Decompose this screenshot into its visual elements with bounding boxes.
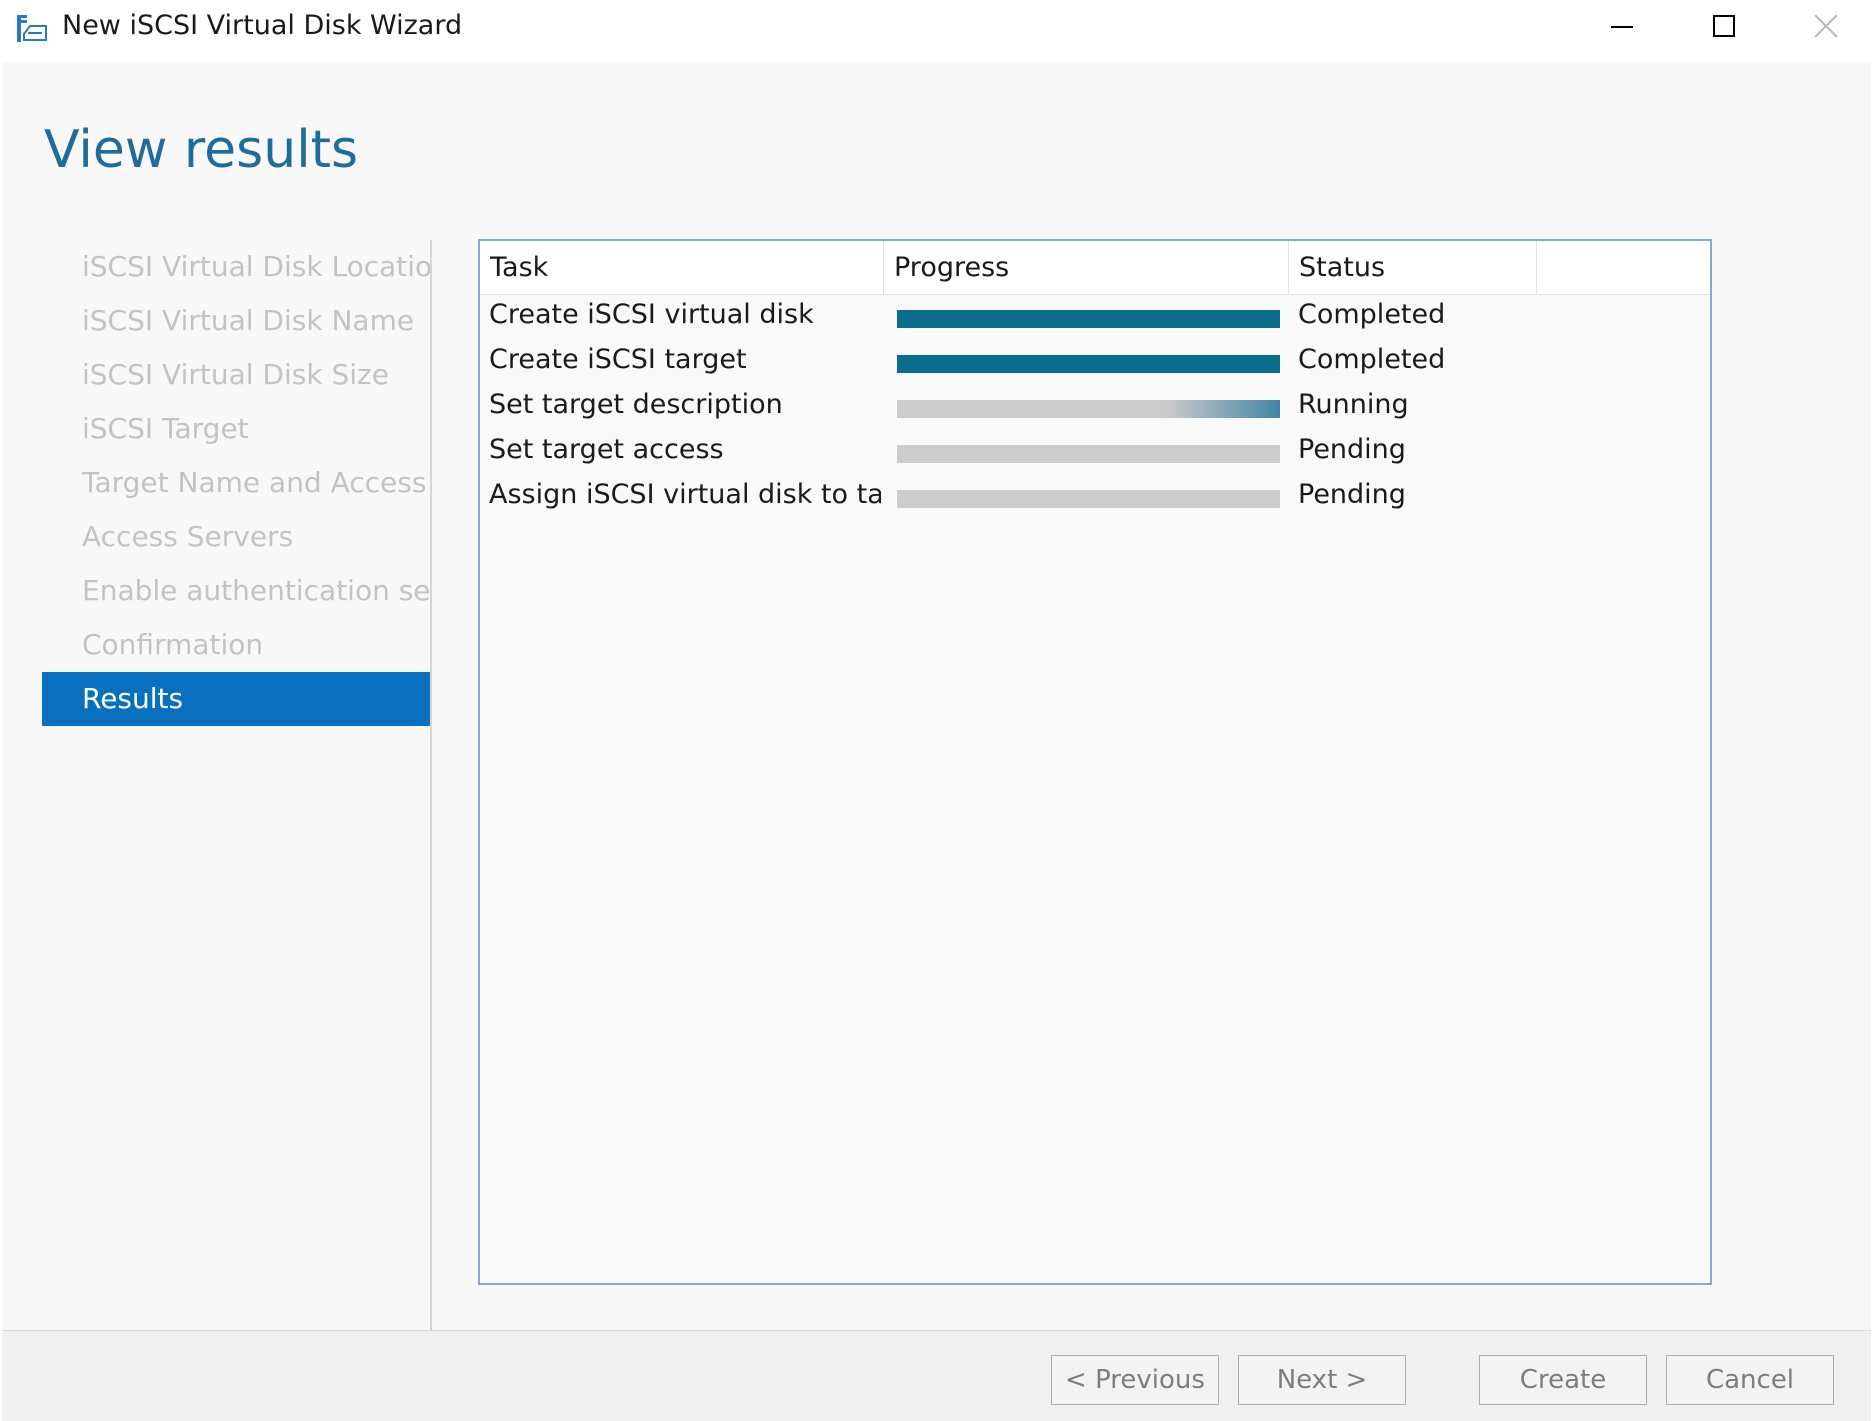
status-cell: Pending [1298,479,1406,510]
progress-fill [897,310,1280,328]
task-cell: Assign iSCSI virtual disk to target [489,479,881,510]
window-title: New iSCSI Virtual Disk Wizard [62,10,463,41]
page-title: View results [44,120,359,180]
wizard-steps-nav: iSCSI Virtual Disk Location iSCSI Virtua… [42,240,430,726]
nav-item-confirmation: Confirmation [82,628,264,661]
task-cell: Create iSCSI virtual disk [489,299,814,330]
previous-button[interactable]: < Previous [1051,1355,1219,1405]
cancel-button[interactable]: Cancel [1666,1355,1834,1405]
nav-item-iscsi-target: iSCSI Target [82,412,249,445]
status-cell: Completed [1298,299,1446,330]
progress-bar [897,355,1280,373]
progress-bar [897,400,1280,418]
nav-item-target-name-access: Target Name and Access [82,466,427,499]
nav-item-disk-location: iSCSI Virtual Disk Location [82,250,430,283]
task-cell: Set target description [489,389,783,420]
column-header-empty [1537,241,1712,295]
wizard-content: View results iSCSI Virtual Disk Location… [2,62,1871,1348]
maximize-button[interactable] [1674,0,1774,56]
progress-bar [897,310,1280,328]
progress-fill [897,355,1280,373]
table-row[interactable]: Set target description Running [480,387,1710,432]
title-bar: New iSCSI Virtual Disk Wizard [0,0,1873,62]
status-cell: Running [1298,389,1409,420]
nav-item-results[interactable]: Results [42,672,430,726]
maximize-icon [1712,14,1736,42]
task-cell: Create iSCSI target [489,344,747,375]
status-cell: Completed [1298,344,1446,375]
minimize-button[interactable] [1572,0,1672,56]
create-button[interactable]: Create [1479,1355,1647,1405]
wizard-disk-icon [16,14,48,44]
status-cell: Pending [1298,434,1406,465]
wizard-footer: < Previous Next > Create Cancel [2,1330,1871,1421]
nav-divider [430,240,432,1348]
nav-item-access-servers: Access Servers [82,520,294,553]
close-button[interactable] [1776,0,1873,56]
table-row[interactable]: Assign iSCSI virtual disk to target Pend… [480,477,1710,522]
results-table[interactable]: Task Progress Status Create iSCSI virtua… [478,239,1712,1285]
next-button[interactable]: Next > [1238,1355,1406,1405]
progress-marquee [897,400,1280,418]
table-row[interactable]: Create iSCSI target Completed [480,342,1710,387]
nav-item-authentication: Enable authentication ser... [82,574,430,607]
nav-item-disk-size: iSCSI Virtual Disk Size [82,358,389,391]
column-header-progress[interactable]: Progress [884,241,1289,295]
minimize-icon [1610,14,1634,42]
task-cell: Set target access [489,434,724,465]
close-icon [1813,13,1839,43]
table-row[interactable]: Set target access Pending [480,432,1710,477]
column-header-task[interactable]: Task [480,241,884,295]
progress-bar [897,445,1280,463]
column-header-status[interactable]: Status [1289,241,1537,295]
progress-bar [897,490,1280,508]
nav-item-disk-name: iSCSI Virtual Disk Name [82,304,415,337]
table-header: Task Progress Status [480,241,1710,295]
table-row[interactable]: Create iSCSI virtual disk Completed [480,297,1710,342]
